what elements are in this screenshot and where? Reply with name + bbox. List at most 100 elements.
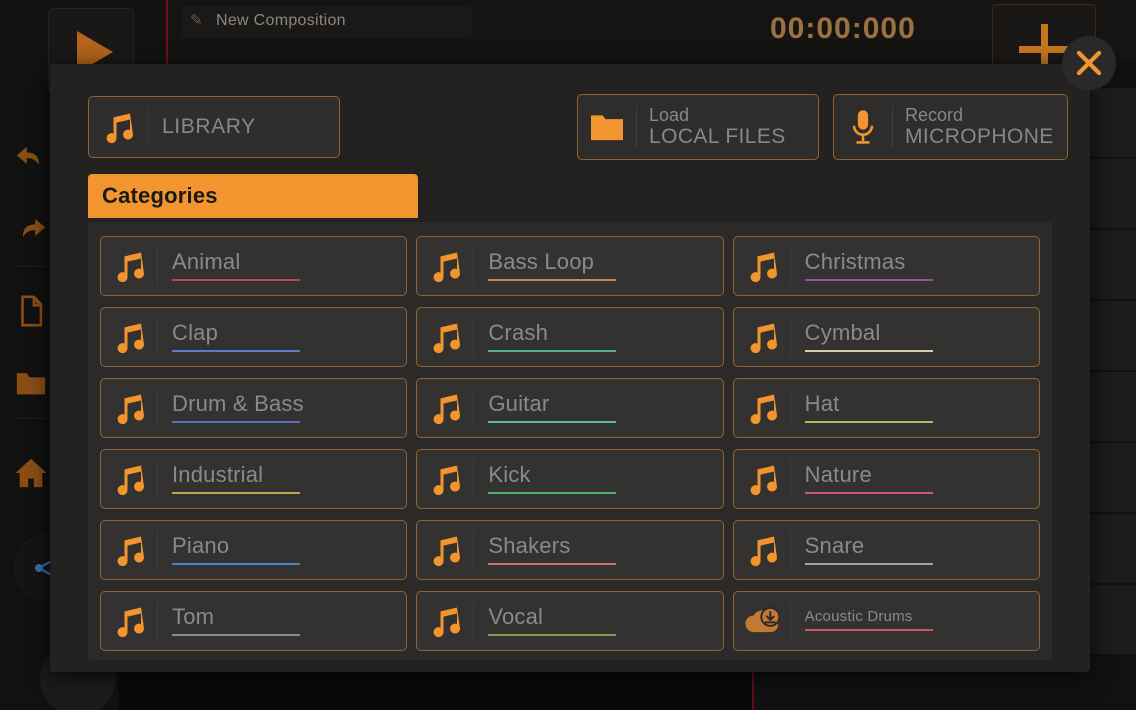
category-item[interactable]: Acoustic Drums [732, 591, 1040, 651]
music-note-icon [101, 603, 157, 639]
category-body: Hat [791, 391, 933, 426]
category-label: Crash [488, 319, 549, 345]
category-accent-underline [488, 420, 617, 423]
music-note-icon [734, 390, 790, 426]
category-body: Animal [158, 249, 300, 284]
category-item[interactable]: Guitar [416, 378, 724, 438]
load-button-labels: Load LOCAL FILES [637, 105, 786, 149]
category-label: Nature [804, 461, 872, 487]
category-item[interactable]: Nature [732, 449, 1040, 509]
category-item[interactable]: Snare [732, 520, 1040, 580]
music-note-icon [417, 319, 473, 355]
music-note-icon [734, 461, 790, 497]
category-item[interactable]: Piano [100, 520, 408, 580]
category-body: Tom [158, 604, 300, 639]
category-body: Clap [158, 320, 300, 355]
music-note-icon [734, 248, 790, 284]
category-body: Kick [474, 461, 617, 497]
category-body: Snare [791, 533, 933, 568]
record-button-line2: MICROPHONE [905, 125, 1054, 149]
category-body: Acoustic Drums [791, 608, 933, 634]
categories-grid: Animal Bass Loop Christmas Clap Crash Cymbal D… [100, 236, 1040, 651]
category-body: Piano [158, 533, 300, 568]
divider [14, 266, 48, 267]
category-item[interactable]: Kick [416, 449, 724, 509]
pencil-icon: ✎ [190, 12, 203, 29]
close-button[interactable] [1062, 36, 1116, 90]
category-label: Industrial [172, 461, 264, 487]
category-body: Industrial [158, 462, 300, 497]
category-accent-underline [488, 562, 617, 565]
category-accent-underline [488, 633, 617, 636]
category-label: Piano [172, 532, 230, 558]
category-label: Clap [172, 319, 219, 345]
load-local-files-button[interactable]: Load LOCAL FILES [577, 94, 819, 160]
new-file-icon[interactable] [10, 290, 52, 332]
category-accent-underline [804, 629, 933, 631]
category-accent-underline [804, 562, 933, 565]
category-body: Vocal [474, 603, 617, 639]
category-item[interactable]: Clap [100, 307, 408, 367]
category-label: Vocal [488, 603, 544, 629]
category-accent-underline [804, 349, 933, 352]
music-note-icon [101, 319, 157, 355]
category-label: Acoustic Drums [804, 608, 913, 625]
category-label: Christmas [804, 248, 906, 274]
categories-scroll-panel[interactable]: Animal Bass Loop Christmas Clap Crash Cymbal D… [88, 222, 1052, 660]
category-accent-underline [488, 278, 617, 281]
record-button-labels: Record MICROPHONE [893, 105, 1054, 149]
category-item[interactable]: Drum & Bass [100, 378, 408, 438]
load-button-line1: Load [649, 105, 690, 126]
microphone-icon [834, 109, 892, 145]
music-note-icon [734, 319, 790, 355]
category-body: Cymbal [791, 320, 933, 355]
category-item[interactable]: Vocal [416, 591, 724, 651]
tab-categories[interactable]: Categories [88, 174, 418, 218]
timecode-display: 00:00:000 [770, 12, 916, 45]
music-note-icon [417, 532, 473, 568]
category-label: Snare [804, 532, 865, 558]
music-note-icon [417, 248, 473, 284]
category-body: Crash [474, 319, 617, 355]
category-accent-underline [804, 491, 933, 494]
category-body: Christmas [791, 249, 933, 284]
category-accent-underline [488, 491, 617, 494]
library-modal: LIBRARY Load LOCAL FILES Record MICROPHO… [50, 36, 1116, 672]
home-icon[interactable] [10, 452, 52, 494]
undo-icon[interactable] [10, 140, 52, 182]
category-item[interactable]: Animal [100, 236, 408, 296]
music-note-icon [101, 248, 157, 284]
tab-library[interactable]: LIBRARY [88, 96, 340, 158]
record-microphone-button[interactable]: Record MICROPHONE [833, 94, 1068, 160]
music-note-icon [417, 603, 473, 639]
app-root: ✎ New Composition 00:00:000 LIBRARY Load [0, 0, 1136, 710]
category-body: Bass Loop [474, 248, 617, 284]
music-note-icon [101, 461, 157, 497]
category-item[interactable]: Industrial [100, 449, 408, 509]
music-note-icon [89, 109, 147, 145]
category-accent-underline [172, 562, 300, 565]
music-note-icon [734, 532, 790, 568]
redo-icon[interactable] [10, 212, 52, 254]
category-label: Hat [804, 390, 840, 416]
category-item[interactable]: Bass Loop [416, 236, 724, 296]
open-folder-icon[interactable] [10, 362, 52, 404]
category-body: Drum & Bass [158, 391, 304, 426]
category-body: Shakers [474, 533, 617, 568]
category-accent-underline [488, 349, 617, 352]
category-item[interactable]: Tom [100, 591, 408, 651]
divider [14, 418, 48, 419]
music-note-icon [101, 532, 157, 568]
category-item[interactable]: Christmas [732, 236, 1040, 296]
category-body: Guitar [474, 391, 617, 426]
category-item[interactable]: Hat [732, 378, 1040, 438]
top-bar [0, 0, 1136, 62]
category-label: Kick [488, 461, 531, 487]
cloud-download-icon [734, 605, 790, 637]
category-label: Bass Loop [488, 248, 595, 274]
category-item[interactable]: Shakers [416, 520, 724, 580]
category-accent-underline [172, 420, 300, 423]
category-accent-underline [804, 420, 933, 423]
category-item[interactable]: Cymbal [732, 307, 1040, 367]
category-item[interactable]: Crash [416, 307, 724, 367]
